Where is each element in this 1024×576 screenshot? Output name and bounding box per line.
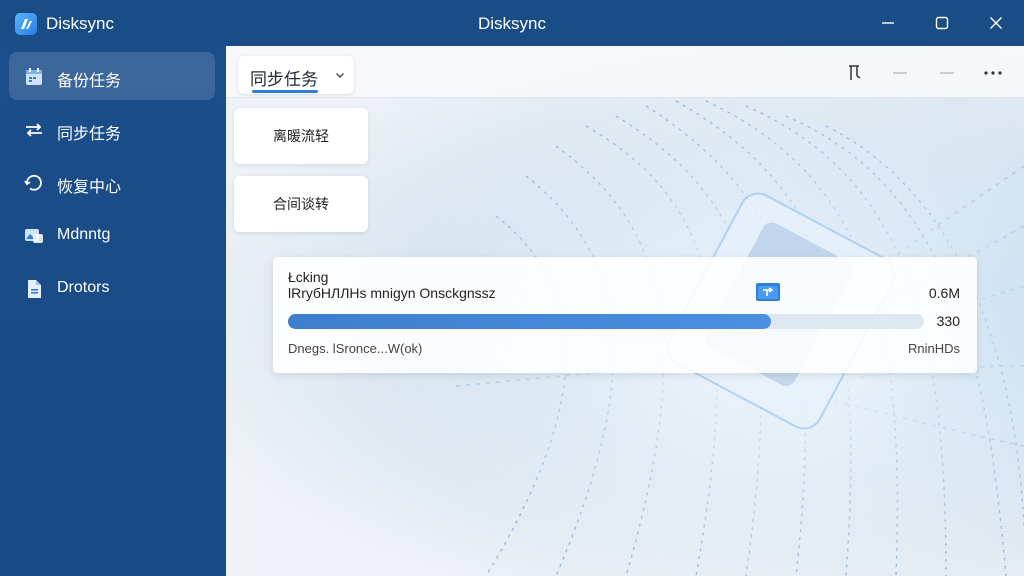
pin-icon — [849, 65, 861, 80]
sidebar: 备份任务 同步任务 恢复中心 Mdnntg Drotors — [0, 46, 226, 576]
maximize-button[interactable] — [922, 8, 962, 38]
progress-count: 330 — [936, 313, 960, 329]
sidebar-item-restore-center[interactable]: 恢复中心 — [9, 158, 215, 206]
sidebar-item-label: 同步任务 — [57, 126, 122, 143]
task-card-1[interactable]: 离暖流轻 — [234, 108, 368, 164]
progress-size: 0.6M — [928, 285, 960, 301]
task-type-dropdown[interactable]: 同步任务 — [238, 56, 354, 94]
minus-icon — [940, 72, 954, 74]
progress-bar — [288, 314, 924, 329]
app-logo-icon — [15, 13, 37, 35]
image-icon — [23, 225, 45, 247]
progress-title: Łcking — [288, 269, 329, 285]
progress-speed: RninHDs — [907, 341, 960, 356]
toolbar: 同步任务 — [226, 46, 1024, 98]
close-button[interactable] — [976, 8, 1016, 38]
sidebar-item-label: Drotors — [57, 279, 110, 296]
sidebar-item-mdnntg[interactable]: Mdnntg — [9, 211, 215, 259]
sidebar-item-label: 恢复中心 — [57, 179, 122, 196]
minimize-button[interactable] — [868, 8, 908, 38]
sidebar-item-label: Mdnntg — [57, 226, 111, 243]
sidebar-item-label: 备份任务 — [57, 73, 122, 90]
document-icon — [23, 278, 45, 300]
active-underline — [252, 90, 318, 93]
task-card-label: 合间谈转 — [273, 196, 329, 212]
sync-progress-card: Łcking lRryбHЛЛНs mnigyn Onsckgnssz 0.6M… — [273, 257, 977, 373]
restore-icon — [23, 172, 45, 194]
maximize-icon — [935, 16, 949, 30]
more-icon — [984, 71, 1002, 75]
sidebar-item-sync-tasks[interactable]: 同步任务 — [9, 105, 215, 153]
progress-status: Dnegs. lSronce...W(ok) — [288, 341, 423, 356]
collapse-button-2[interactable] — [936, 62, 958, 84]
main-panel: 同步任务 离暖流轻 合间谈转 Łcking lRryбHЛЛНs mnigyn … — [226, 46, 1024, 576]
dropdown-label: 同步任务 — [250, 70, 318, 89]
more-button[interactable] — [982, 62, 1004, 84]
title-bar: Disksync Disksync — [0, 0, 1024, 46]
collapse-button[interactable] — [889, 62, 911, 84]
task-card-label: 离暖流轻 — [273, 128, 329, 144]
progress-subtitle: lRryбHЛЛНs mnigyn Onsckgnssz — [288, 285, 496, 301]
progress-bar-fill — [288, 314, 772, 329]
close-icon — [990, 17, 1002, 29]
task-card-2[interactable]: 合间谈转 — [234, 176, 368, 232]
pin-button[interactable] — [843, 62, 865, 84]
minimize-icon — [882, 22, 894, 24]
minus-icon — [893, 72, 907, 74]
chevron-down-icon — [336, 73, 344, 78]
sync-arrows-icon — [23, 119, 45, 141]
sidebar-item-drotors[interactable]: Drotors — [9, 264, 215, 312]
app-name: Disksync — [46, 14, 115, 33]
sidebar-item-backup-tasks[interactable]: 备份任务 — [9, 52, 215, 100]
calendar-icon — [23, 66, 45, 88]
folder-transfer-icon — [755, 281, 781, 303]
